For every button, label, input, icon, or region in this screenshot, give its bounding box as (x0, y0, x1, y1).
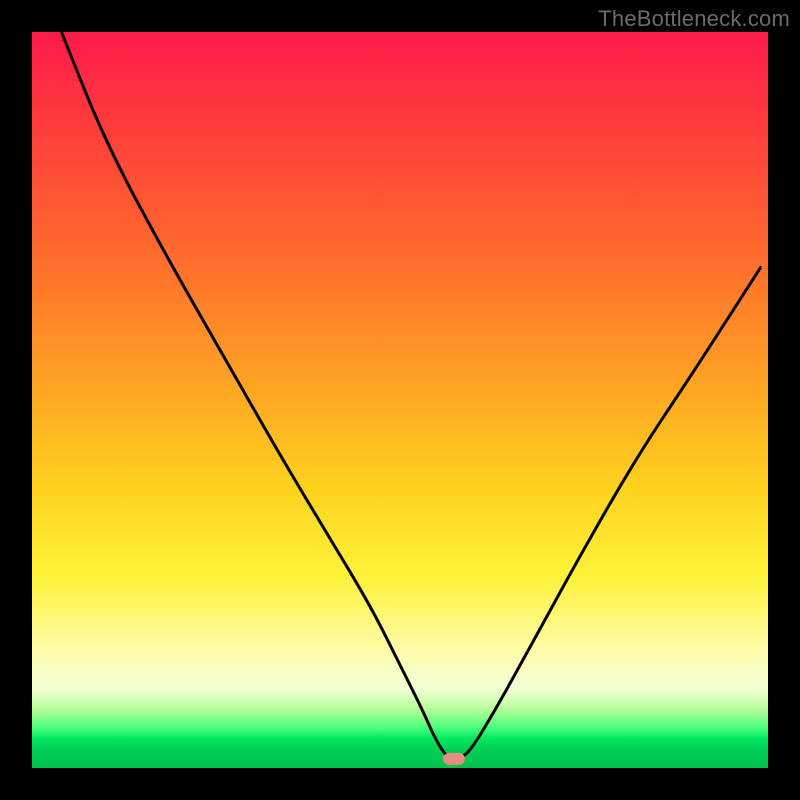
bottleneck-marker (443, 753, 465, 765)
watermark-text: TheBottleneck.com (598, 6, 790, 32)
chart-container: TheBottleneck.com (0, 0, 800, 800)
curve-svg (32, 32, 768, 768)
plot-area (32, 32, 768, 768)
bottleneck-curve (61, 32, 760, 759)
